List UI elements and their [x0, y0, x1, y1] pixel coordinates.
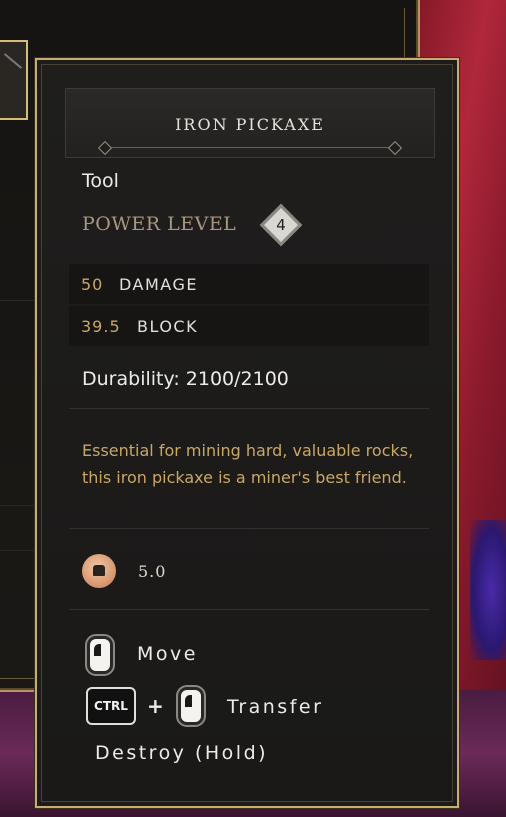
left-mouse-icon: [87, 636, 113, 674]
power-level-value: 4: [276, 216, 286, 234]
transfer-action-label: Transfer: [227, 696, 324, 718]
item-description: Essential for mining hard, valuable rock…: [82, 441, 414, 487]
section-divider: [69, 528, 429, 529]
destroy-action-label: Destroy (Hold): [95, 742, 269, 764]
block-label: BLOCK: [137, 317, 199, 336]
banner-ornament-right: [387, 140, 403, 156]
item-name: IRON PICKAXE: [175, 115, 325, 134]
section-divider: [69, 609, 429, 610]
stat-row-block: 39.5 BLOCK: [69, 306, 429, 346]
durability-text: Durability: 2100/2100: [82, 368, 289, 390]
banner-ornament-line: [106, 147, 394, 148]
stat-row-damage: 50 DAMAGE: [69, 264, 429, 304]
section-divider: [69, 408, 429, 409]
damage-value: 50: [81, 275, 104, 294]
inventory-slot-selected[interactable]: [0, 40, 28, 120]
left-mouse-icon: [178, 687, 204, 725]
weight-value: 5.0: [138, 562, 167, 581]
block-value: 39.5: [81, 317, 121, 336]
inventory-divider: [0, 300, 36, 301]
ctrl-key-icon: CTRL: [86, 687, 136, 725]
inventory-divider: [0, 505, 36, 506]
background-crystal: [470, 520, 506, 660]
weight-icon: [82, 554, 116, 588]
plus-sign: +: [147, 694, 164, 718]
banner-ornament-left: [97, 140, 113, 156]
item-title-banner: IRON PICKAXE: [65, 88, 435, 158]
inventory-divider: [0, 550, 36, 551]
move-action-label: Move: [137, 643, 198, 665]
damage-label: DAMAGE: [119, 275, 198, 294]
item-tooltip: IRON PICKAXE Tool POWER LEVEL 4 50 DAMAG…: [35, 58, 459, 808]
item-type: Tool: [82, 170, 119, 192]
power-level-label: POWER LEVEL: [82, 213, 237, 235]
